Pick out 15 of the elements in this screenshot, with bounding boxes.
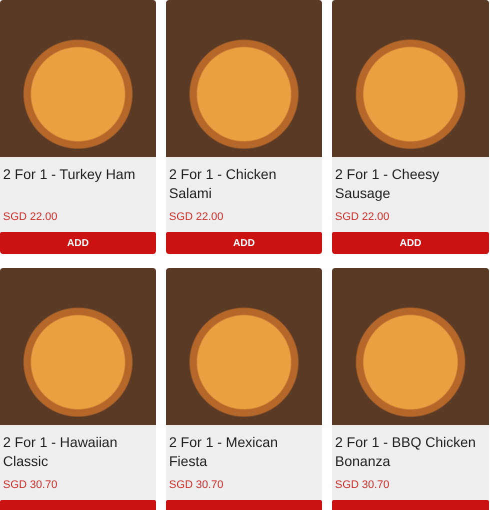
product-name: 2 For 1 - Turkey Ham (2, 165, 136, 184)
add-button[interactable]: ADD (166, 232, 322, 254)
product-price: SGD 22.00 (168, 210, 224, 225)
product-name: 2 For 1 - BBQ Chicken Bonanza (334, 433, 477, 471)
product-name: 2 For 1 - Chicken Salami (168, 165, 278, 203)
add-button[interactable]: ADD (332, 232, 489, 254)
product-price: SGD 30.70 (334, 478, 390, 493)
product-price: SGD 22.00 (334, 210, 390, 225)
product-name: 2 For 1 - Hawaiian Classic (2, 433, 118, 471)
add-button[interactable]: ADD (0, 232, 156, 254)
product-price: SGD 22.00 (2, 210, 58, 225)
product-price: SGD 30.70 (168, 478, 224, 493)
product-price: SGD 30.70 (2, 478, 58, 493)
product-name: 2 For 1 - Cheesy Sausage (334, 165, 440, 203)
product-name: 2 For 1 - Mexican Fiesta (168, 433, 279, 471)
